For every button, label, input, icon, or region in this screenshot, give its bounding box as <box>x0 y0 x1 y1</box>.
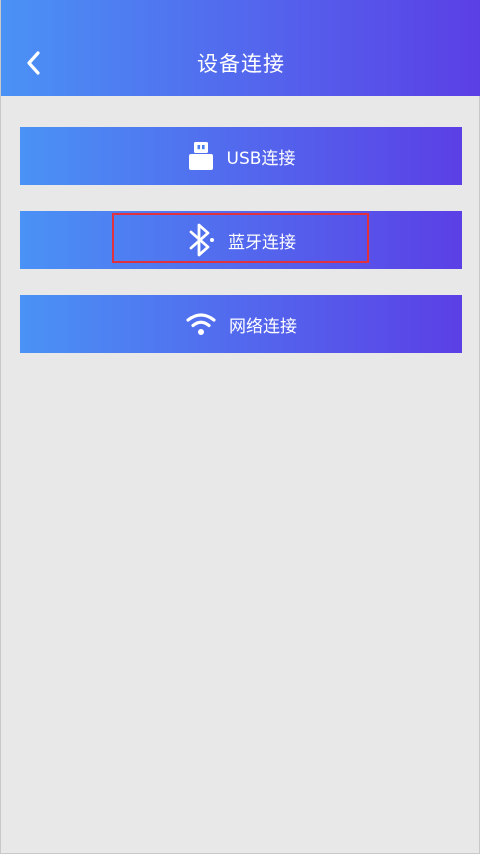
bluetooth-icon <box>186 223 216 257</box>
bluetooth-connect-button[interactable]: 蓝牙连接 <box>20 211 462 269</box>
page-title: 设备连接 <box>197 52 285 76</box>
bluetooth-connect-label: 蓝牙连接 <box>228 232 296 253</box>
network-connect-label: 网络连接 <box>229 316 297 337</box>
usb-connect-button[interactable]: USB连接 <box>20 127 462 185</box>
usb-icon <box>187 141 215 171</box>
usb-connect-label: USB连接 <box>226 148 296 169</box>
app-header: 设备连接 <box>1 0 480 96</box>
network-connect-button[interactable]: 网络连接 <box>20 295 462 353</box>
wifi-icon <box>185 311 217 337</box>
